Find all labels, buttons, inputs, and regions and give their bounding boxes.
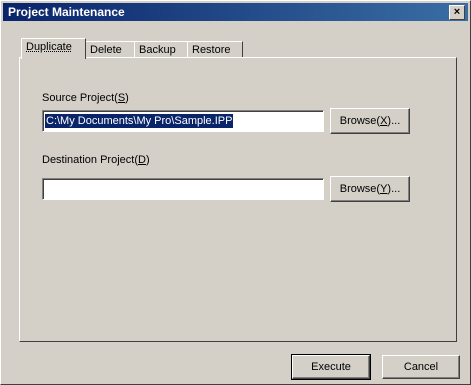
tab-panel-duplicate: Source Project(S) C:\My Documents\My Pro… (19, 57, 457, 342)
destination-project-input[interactable] (42, 178, 324, 200)
window-title: Project Maintenance (8, 5, 125, 19)
close-button[interactable]: × (449, 5, 465, 20)
title-bar: Project Maintenance × (3, 3, 468, 21)
tab-backup-label: Backup (139, 44, 176, 56)
tab-duplicate-label: Duplicate (26, 41, 72, 53)
source-project-label: Source Project(S) (42, 92, 129, 104)
source-project-input[interactable]: C:\My Documents\My Pro\Sample.IPP (42, 110, 324, 132)
project-maintenance-dialog: Project Maintenance × Duplicate Delete B… (0, 0, 471, 385)
source-project-value: C:\My Documents\My Pro\Sample.IPP (45, 114, 234, 128)
execute-button[interactable]: Execute (291, 354, 371, 380)
browse-destination-button[interactable]: Browse(Y)... (330, 176, 410, 202)
tab-restore-label: Restore (192, 44, 231, 56)
tab-duplicate[interactable]: Duplicate (21, 38, 86, 59)
tab-restore[interactable]: Restore (187, 41, 243, 58)
destination-project-label: Destination Project(D) (42, 154, 150, 166)
cancel-button[interactable]: Cancel (382, 355, 460, 379)
browse-source-button[interactable]: Browse(X)... (330, 108, 410, 134)
tab-delete[interactable]: Delete (85, 41, 135, 58)
tab-backup[interactable]: Backup (134, 41, 188, 58)
tab-delete-label: Delete (90, 44, 122, 56)
